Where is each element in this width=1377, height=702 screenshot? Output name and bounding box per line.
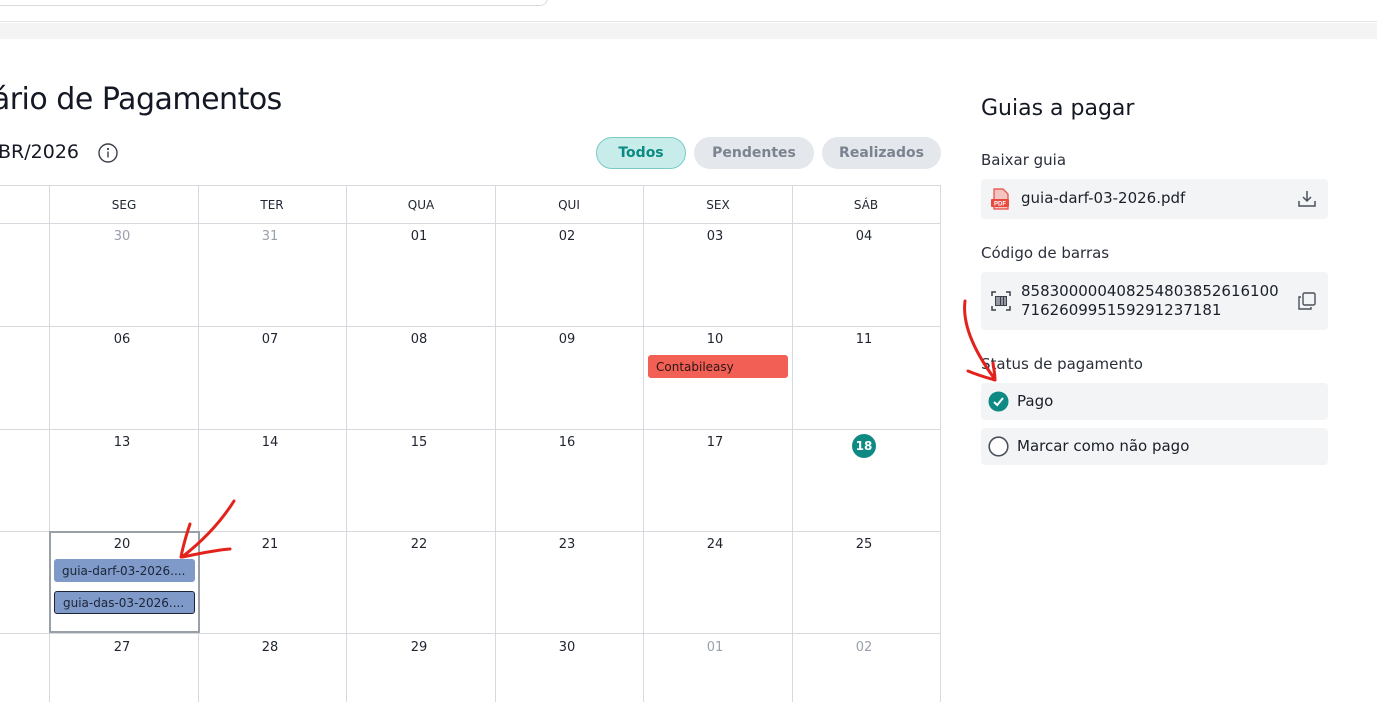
- info-icon[interactable]: [98, 143, 118, 163]
- event-contabileasy[interactable]: Contabileasy: [648, 355, 788, 378]
- barcode-box: 858300000408254803852616100 716260995159…: [981, 272, 1328, 330]
- day-cell[interactable]: 02: [790, 640, 938, 655]
- weekday-header: SEX: [706, 198, 730, 212]
- weekday-header: TER: [260, 198, 284, 212]
- current-month-label: BR/2026: [0, 141, 79, 163]
- day-cell[interactable]: 09: [493, 332, 641, 347]
- today-marker[interactable]: 18: [852, 434, 876, 458]
- day-cell[interactable]: 08: [345, 332, 493, 347]
- day-cell[interactable]: 04: [790, 229, 938, 244]
- weekday-header: SEG: [111, 198, 137, 212]
- day-cell[interactable]: 25: [790, 537, 938, 552]
- barcode-label: Código de barras: [981, 244, 1110, 262]
- day-cell[interactable]: 06: [48, 332, 196, 347]
- day-cell[interactable]: 30: [493, 640, 641, 655]
- day-cell[interactable]: 02: [493, 229, 641, 244]
- download-label: Baixar guia: [981, 151, 1067, 169]
- day-cell[interactable]: 03: [641, 229, 789, 244]
- day-cell[interactable]: 13: [48, 435, 196, 450]
- barcode-scan-icon: [991, 291, 1011, 311]
- day-cell[interactable]: 15: [345, 435, 493, 450]
- status-option-unpaid[interactable]: Marcar como não pago: [981, 428, 1328, 465]
- page-title: lário de Pagamentos: [0, 82, 282, 117]
- svg-text:PDF: PDF: [994, 202, 1006, 208]
- day-cell[interactable]: 22: [345, 537, 493, 552]
- header-divider-strip: [0, 23, 1377, 39]
- download-icon[interactable]: [1297, 189, 1317, 209]
- pdf-file-icon: PDF: [991, 188, 1009, 210]
- download-file-row[interactable]: PDF guia-darf-03-2026.pdf: [981, 179, 1328, 219]
- day-cell[interactable]: 11: [790, 332, 938, 347]
- weekday-header: QUI: [558, 198, 580, 212]
- day-cell[interactable]: 14: [196, 435, 344, 450]
- download-file-name[interactable]: guia-darf-03-2026.pdf: [1021, 189, 1185, 207]
- barcode-value: 858300000408254803852616100 716260995159…: [1021, 282, 1279, 319]
- day-cell[interactable]: 29: [345, 640, 493, 655]
- day-cell[interactable]: 20: [48, 537, 196, 552]
- day-cell[interactable]: 16: [493, 435, 641, 450]
- filter-todos[interactable]: Todos: [596, 137, 686, 169]
- day-cell[interactable]: 01: [641, 640, 789, 655]
- day-cell[interactable]: 30: [48, 229, 196, 244]
- day-cell[interactable]: 17: [641, 435, 789, 450]
- day-cell[interactable]: 31: [196, 229, 344, 244]
- weekday-header: SÁB: [853, 198, 879, 212]
- status-paid-label: Pago: [1017, 392, 1054, 410]
- day-cell[interactable]: 01: [345, 229, 493, 244]
- day-cell[interactable]: 28: [196, 640, 344, 655]
- filter-pendentes[interactable]: Pendentes: [694, 137, 814, 169]
- day-cell[interactable]: 21: [196, 537, 344, 552]
- event-guia-darf[interactable]: guia-darf-03-2026....: [54, 559, 195, 582]
- copy-icon[interactable]: [1298, 292, 1316, 310]
- sidebar-title: Guias a pagar: [981, 96, 1135, 121]
- radio-empty-icon[interactable]: [988, 436, 1009, 457]
- day-cell[interactable]: 07: [196, 332, 344, 347]
- status-option-paid[interactable]: Pago: [981, 383, 1328, 420]
- day-cell[interactable]: 27: [48, 640, 196, 655]
- check-circle-icon[interactable]: [988, 391, 1009, 412]
- filter-realizados[interactable]: Realizados: [822, 137, 941, 169]
- search-input[interactable]: [0, 0, 548, 6]
- weekday-header: QUA: [407, 198, 435, 212]
- top-bar: [0, 0, 1377, 22]
- event-guia-das[interactable]: guia-das-03-2026....: [54, 591, 195, 614]
- day-cell[interactable]: 24: [641, 537, 789, 552]
- status-label: Status de pagamento: [981, 355, 1143, 373]
- day-cell[interactable]: 10: [641, 332, 789, 347]
- status-unpaid-label: Marcar como não pago: [1017, 437, 1190, 455]
- day-cell[interactable]: 23: [493, 537, 641, 552]
